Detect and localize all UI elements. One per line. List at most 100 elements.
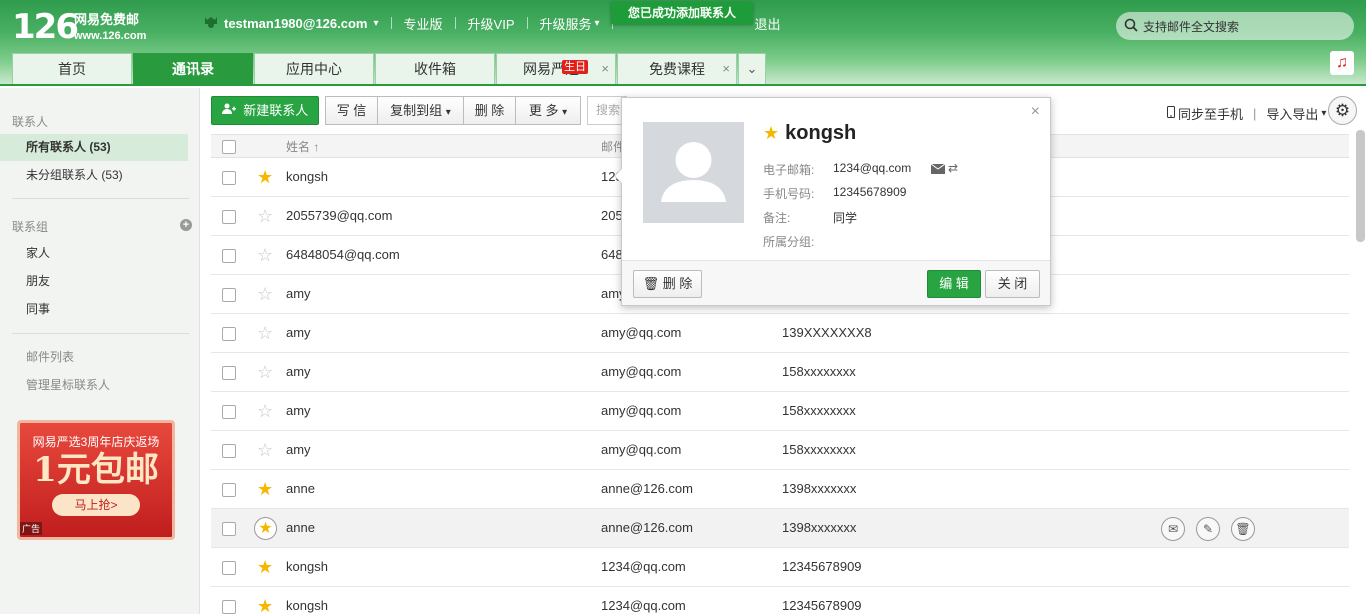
tab-apps[interactable]: 应用中心: [254, 53, 374, 84]
table-row[interactable]: ☆ amy amy@qq.com 158xxxxxxxx: [211, 392, 1349, 431]
table-row[interactable]: ★ anne anne@126.com 1398xxxxxxx: [211, 470, 1349, 509]
contact-name-cell[interactable]: anne: [286, 520, 315, 536]
trash-icon[interactable]: 🗑: [1231, 517, 1255, 541]
nav-logout[interactable]: 退出: [755, 14, 781, 33]
ad-banner[interactable]: 网易严选3周年店庆返场 1元包邮 马上抢> 广告: [17, 420, 175, 540]
new-contact-button[interactable]: 新建联系人: [211, 96, 319, 125]
star-icon[interactable]: ☆: [257, 285, 273, 303]
sidebar-item-all-contacts[interactable]: 所有联系人 (53): [0, 134, 188, 161]
row-checkbox[interactable]: [222, 288, 236, 302]
star-icon[interactable]: ★: [257, 597, 273, 614]
contact-name-cell[interactable]: kongsh: [286, 169, 328, 185]
row-checkbox[interactable]: [222, 210, 236, 224]
popup-edit-button[interactable]: 编 辑: [927, 270, 981, 298]
popup-delete-button[interactable]: 🗑 删 除: [633, 270, 702, 298]
write-button[interactable]: 写 信: [325, 96, 378, 125]
mail-icon[interactable]: ✉: [1161, 517, 1185, 541]
contact-name-cell[interactable]: amy: [286, 442, 311, 458]
tab-home[interactable]: 首页: [12, 53, 132, 84]
transfer-icon[interactable]: ⇄: [948, 161, 958, 175]
star-icon[interactable]: ★: [257, 480, 273, 498]
contact-name-cell[interactable]: amy: [286, 364, 311, 380]
contact-email-cell[interactable]: 1234@qq.com: [601, 598, 686, 614]
star-icon[interactable]: ☆: [257, 363, 273, 381]
add-group-icon[interactable]: +: [180, 219, 192, 231]
select-all-checkbox[interactable]: [222, 140, 236, 154]
sidebar-item-colleagues[interactable]: 同事: [0, 296, 188, 323]
contact-email-cell[interactable]: amy@qq.com: [601, 442, 681, 458]
table-row[interactable]: ★ kongsh 1234@qq.com 12345678909: [211, 548, 1349, 587]
copy-to-group-button[interactable]: 复制到组 ▾: [377, 96, 464, 125]
star-icon[interactable]: ★: [257, 558, 273, 576]
col-name-header[interactable]: 姓名 ↑: [286, 139, 319, 155]
contact-name-cell[interactable]: kongsh: [286, 559, 328, 575]
contact-name-cell[interactable]: kongsh: [286, 598, 328, 614]
contact-email-cell[interactable]: amy@qq.com: [601, 364, 681, 380]
close-icon[interactable]: ×: [601, 54, 609, 84]
star-icon[interactable]: ★: [254, 517, 277, 540]
tab-yanxuan[interactable]: 网易严选 生日 ×: [496, 53, 616, 84]
music-icon[interactable]: ♫: [1330, 51, 1354, 75]
star-icon[interactable]: ★: [257, 168, 273, 186]
tab-course[interactable]: 免费课程 ×: [617, 53, 737, 84]
contact-name-cell[interactable]: anne: [286, 481, 315, 497]
row-checkbox[interactable]: [222, 327, 236, 341]
popup-close-button[interactable]: 关 闭: [985, 270, 1040, 298]
table-row[interactable]: ☆ amy amy@qq.com 158xxxxxxxx: [211, 353, 1349, 392]
sidebar-item-manage-star[interactable]: 管理星标联系人: [0, 372, 188, 399]
row-checkbox[interactable]: [222, 522, 236, 536]
email-value[interactable]: 1234@qq.com: [833, 161, 911, 175]
more-button[interactable]: 更 多 ▾: [515, 96, 581, 125]
nav-pro[interactable]: 专业版: [404, 14, 443, 33]
star-icon[interactable]: ☆: [257, 402, 273, 420]
row-checkbox[interactable]: [222, 249, 236, 263]
star-icon[interactable]: ☆: [257, 324, 273, 342]
close-icon[interactable]: ×: [722, 54, 730, 84]
contact-name-cell[interactable]: 2055739@qq.com: [286, 208, 392, 224]
contact-email-cell[interactable]: anne@126.com: [601, 481, 693, 497]
star-icon[interactable]: ☆: [257, 441, 273, 459]
star-icon[interactable]: ★: [763, 123, 779, 143]
table-row[interactable]: ☆ amy amy@qq.com 158xxxxxxxx: [211, 431, 1349, 470]
contact-email-cell[interactable]: 1234@qq.com: [601, 559, 686, 575]
chevron-down-icon[interactable]: ▾: [373, 18, 378, 29]
close-icon[interactable]: ×: [1031, 103, 1040, 121]
edit-icon[interactable]: ✎: [1196, 517, 1220, 541]
chevron-down-icon[interactable]: ▾: [595, 18, 600, 29]
tab-contacts[interactable]: 通讯录: [133, 53, 253, 86]
star-icon[interactable]: ☆: [257, 246, 273, 264]
row-checkbox[interactable]: [222, 561, 236, 575]
delete-button[interactable]: 删 除: [463, 96, 516, 125]
tab-inbox[interactable]: 收件箱: [375, 53, 495, 84]
sidebar-item-family[interactable]: 家人: [0, 240, 188, 267]
sidebar-item-ungrouped[interactable]: 未分组联系人 (53): [0, 162, 188, 189]
table-row[interactable]: ★ anne anne@126.com 1398xxxxxxx ✉ ✎ 🗑: [211, 509, 1349, 548]
row-checkbox[interactable]: [222, 600, 236, 614]
table-row[interactable]: ★ kongsh 1234@qq.com 12345678909: [211, 587, 1349, 614]
nav-vip[interactable]: 升级VIP: [468, 14, 515, 33]
contact-email-cell[interactable]: amy@qq.com: [601, 403, 681, 419]
table-row[interactable]: ☆ amy amy@qq.com 139XXXXXXX8: [211, 314, 1349, 353]
sidebar-item-friends[interactable]: 朋友: [0, 268, 188, 295]
contact-name-cell[interactable]: amy: [286, 325, 311, 341]
contact-name-cell[interactable]: amy: [286, 403, 311, 419]
contact-email-cell[interactable]: anne@126.com: [601, 520, 693, 536]
contact-name-cell[interactable]: amy: [286, 286, 311, 302]
nav-upgrade[interactable]: 升级服务: [540, 14, 592, 33]
contact-email-cell[interactable]: amy@qq.com: [601, 325, 681, 341]
ad-button[interactable]: 马上抢>: [52, 494, 140, 516]
row-checkbox[interactable]: [222, 366, 236, 380]
gear-icon[interactable]: ⚙: [1328, 96, 1357, 125]
row-checkbox[interactable]: [222, 444, 236, 458]
star-icon[interactable]: ☆: [257, 207, 273, 225]
tab-more-chevron-icon[interactable]: ⌄: [738, 53, 766, 84]
contact-name-cell[interactable]: 64848054@qq.com: [286, 247, 400, 263]
mail-icon[interactable]: [930, 162, 946, 177]
chevron-down-icon[interactable]: ▾: [1321, 108, 1326, 119]
row-checkbox[interactable]: [222, 171, 236, 185]
scrollbar[interactable]: [1356, 130, 1365, 242]
sidebar-item-mail-list[interactable]: 邮件列表: [0, 344, 188, 371]
row-checkbox[interactable]: [222, 483, 236, 497]
sync-phone-link[interactable]: 同步至手机: [1178, 104, 1243, 123]
mail-search-input[interactable]: 支持邮件全文搜索: [1116, 12, 1354, 40]
